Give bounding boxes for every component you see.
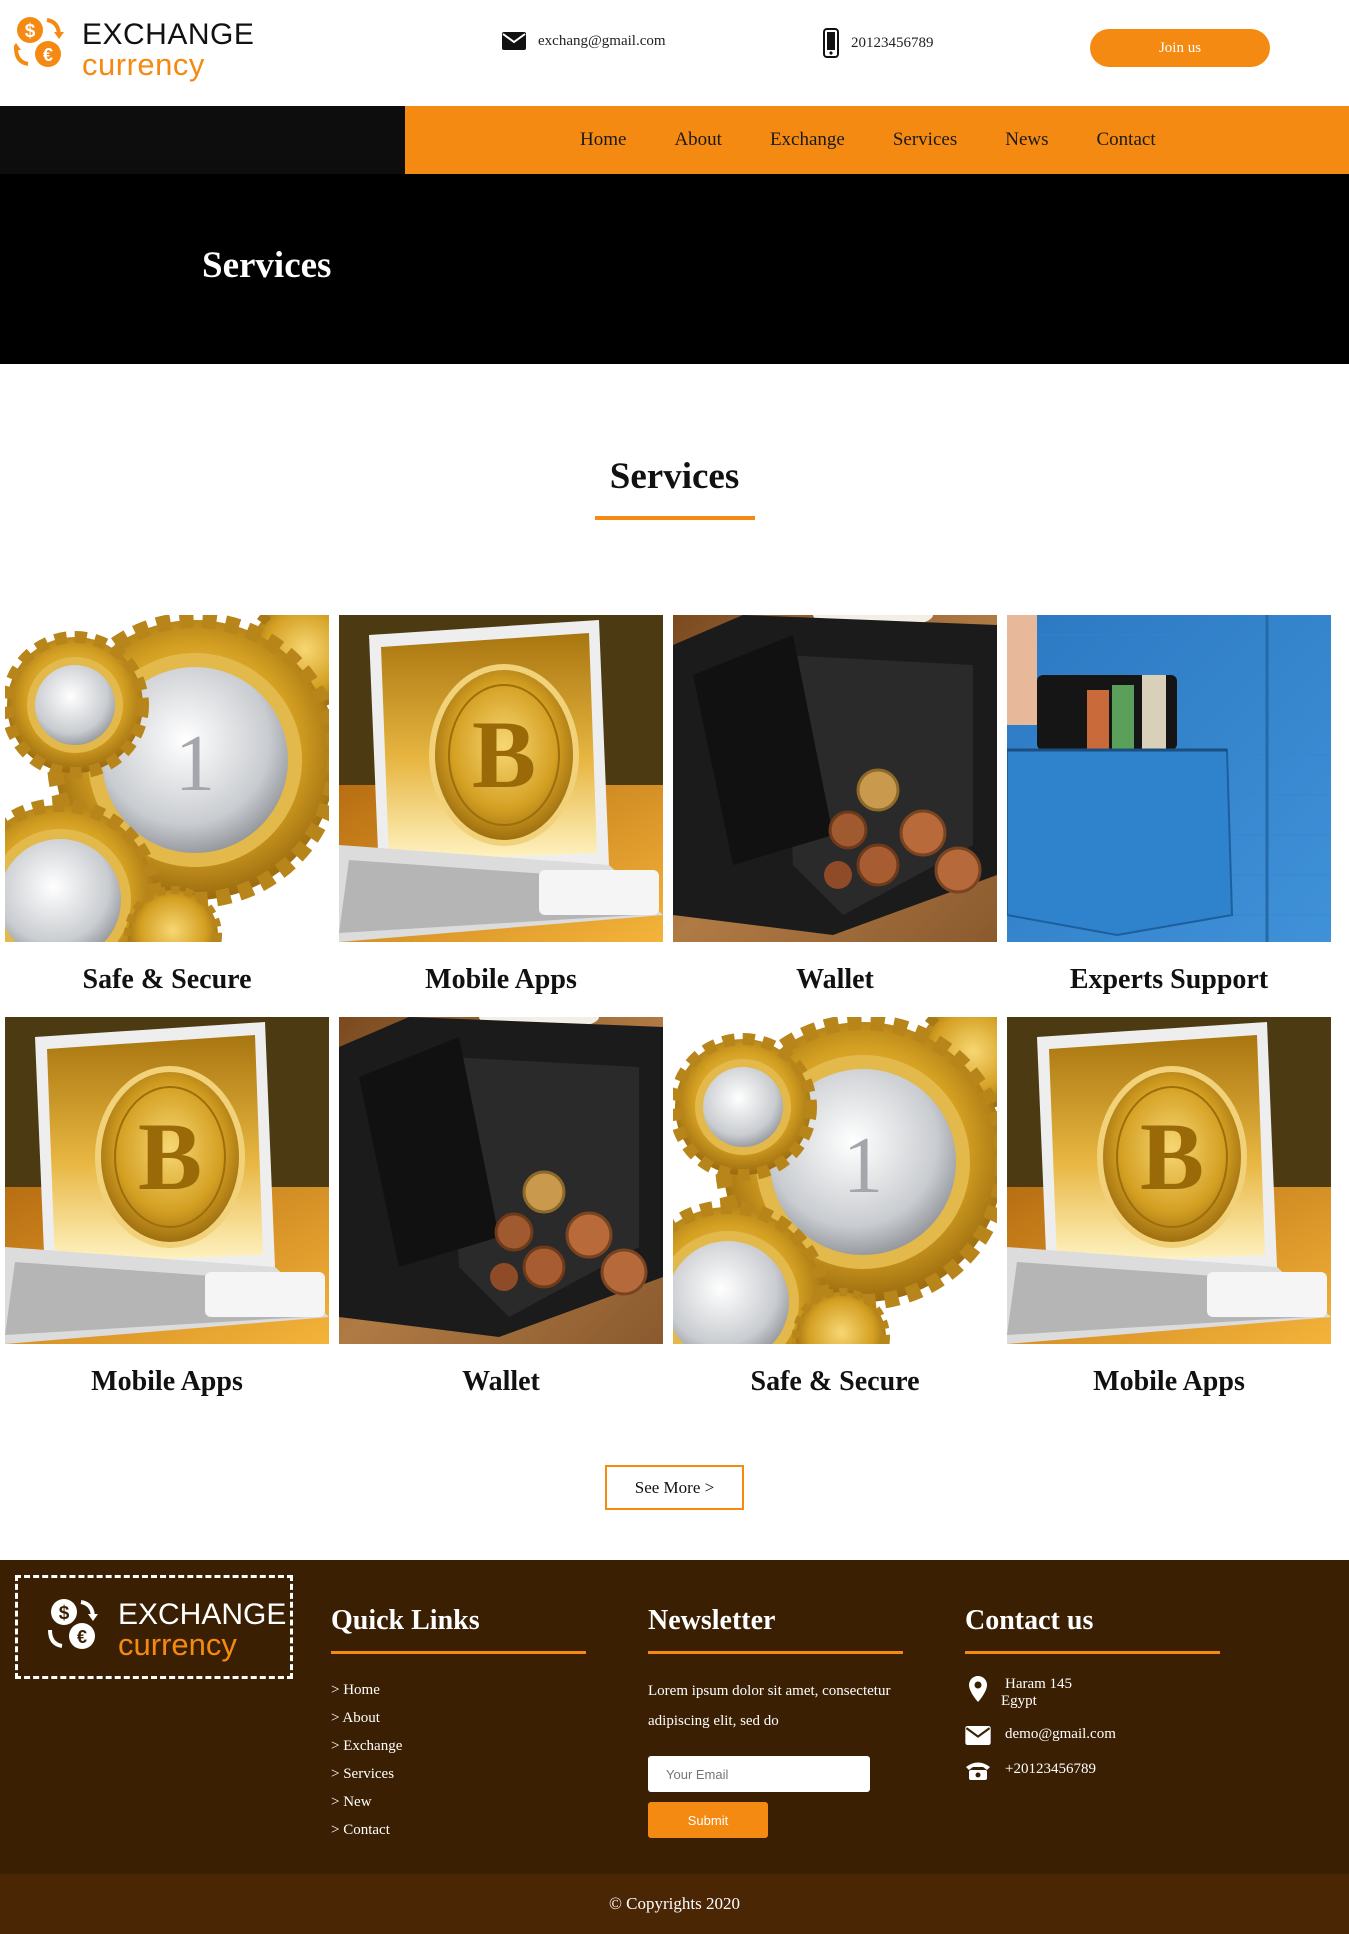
- service-label: Experts Support: [1069, 964, 1269, 995]
- service-card[interactable]: Wallet: [673, 615, 997, 996]
- header-email-text: exchang@gmail.com: [538, 32, 666, 49]
- footer-link-new[interactable]: > New: [331, 1788, 586, 1816]
- service-image: [673, 615, 997, 942]
- contact-address: Haram 145 Egypt: [965, 1676, 1220, 1710]
- footer-brand-line2: currency: [118, 1627, 237, 1662]
- page-banner: Services: [0, 174, 1349, 364]
- quick-links-title: Quick Links: [331, 1605, 586, 1654]
- footer-link-exchange[interactable]: > Exchange: [331, 1732, 586, 1760]
- services-heading: Services: [609, 456, 740, 497]
- footer-brand-line1: EXCHANGE: [118, 1598, 287, 1631]
- newsletter: Newsletter Lorem ipsum dolor sit amet, c…: [648, 1605, 903, 1838]
- site-footer: $ € EXCHANGE currency Quick Links > Home…: [0, 1560, 1349, 1874]
- currency-exchange-icon: $ €: [14, 17, 64, 67]
- service-image: [5, 1017, 329, 1344]
- header-phone-text: 20123456789: [851, 34, 934, 51]
- service-card[interactable]: Wallet: [339, 1017, 663, 1398]
- nav-dark-block: [0, 106, 405, 174]
- join-us-button[interactable]: Join us: [1090, 29, 1270, 67]
- contact-info: Contact us Haram 145 Egypt demo@gmail.co…: [965, 1605, 1220, 1797]
- bitcoin-laptop-image: [339, 615, 663, 942]
- newsletter-submit-button[interactable]: Submit: [648, 1802, 768, 1838]
- nav-about[interactable]: About: [674, 129, 722, 151]
- footer-link-about[interactable]: > About: [331, 1704, 586, 1732]
- copyright-text: © Copyrights 2020: [609, 1894, 740, 1913]
- bitcoin-laptop-image: [1007, 1017, 1331, 1344]
- euro-gears-image: [5, 615, 329, 942]
- newsletter-title: Newsletter: [648, 1605, 903, 1654]
- main-nav: Home About Exchange Services News Contac…: [0, 106, 1349, 174]
- heading-underline: [595, 516, 755, 520]
- service-label: Mobile Apps: [91, 1366, 243, 1397]
- service-label: Safe & Secure: [750, 1366, 920, 1397]
- header-phone[interactable]: 20123456789: [823, 28, 934, 58]
- address-line2: Egypt: [1001, 1693, 1037, 1709]
- envelope-icon: [965, 1726, 991, 1745]
- nav-exchange[interactable]: Exchange: [770, 129, 845, 151]
- telephone-icon: [966, 1762, 990, 1780]
- brand-line1: EXCHANGE: [82, 18, 255, 51]
- newsletter-email-input[interactable]: [648, 1756, 870, 1792]
- footer-brand-name: EXCHANGE currency: [118, 1598, 287, 1662]
- coin-wallet-image: [673, 615, 997, 942]
- contact-email[interactable]: demo@gmail.com: [965, 1726, 1220, 1745]
- service-card[interactable]: Experts Support: [1007, 615, 1331, 996]
- service-label: Wallet: [462, 1366, 540, 1397]
- contact-phone[interactable]: +20123456789: [965, 1761, 1220, 1781]
- nav-services[interactable]: Services: [893, 129, 957, 151]
- pocket-wallet-image: [1007, 615, 1331, 942]
- top-header: $ € EXCHANGE currency exchang@gmail.com …: [0, 0, 1349, 106]
- bitcoin-laptop-image: [5, 1017, 329, 1344]
- service-label: Mobile Apps: [1093, 1366, 1245, 1397]
- service-image: [339, 1017, 663, 1344]
- map-pin-icon: [969, 1676, 987, 1702]
- service-image: [1007, 615, 1331, 942]
- footer-link-services[interactable]: > Services: [331, 1760, 586, 1788]
- contact-title: Contact us: [965, 1605, 1220, 1654]
- nav-home[interactable]: Home: [580, 129, 626, 151]
- contact-email-text: demo@gmail.com: [1005, 1726, 1116, 1742]
- address-line1: Haram 145: [1005, 1676, 1073, 1692]
- svg-text:€: €: [43, 45, 53, 65]
- service-image: [5, 615, 329, 942]
- footer-link-home[interactable]: > Home: [331, 1676, 586, 1704]
- newsletter-text: Lorem ipsum dolor sit amet, consectetur …: [648, 1683, 891, 1729]
- service-label: Mobile Apps: [425, 964, 577, 995]
- service-label: Wallet: [796, 964, 874, 995]
- envelope-icon: [502, 32, 526, 50]
- copyright-bar: © Copyrights 2020: [0, 1874, 1349, 1934]
- footer-link-contact[interactable]: > Contact: [331, 1816, 586, 1844]
- euro-gears-image: [673, 1017, 997, 1344]
- footer-logo[interactable]: $ € EXCHANGE currency: [15, 1575, 293, 1679]
- service-card[interactable]: Safe & Secure: [673, 1017, 997, 1398]
- service-card[interactable]: Mobile Apps: [1007, 1017, 1331, 1398]
- page-title: Services: [202, 245, 332, 286]
- nav-contact[interactable]: Contact: [1097, 129, 1156, 151]
- currency-exchange-icon: $ €: [48, 1599, 98, 1649]
- svg-text:$: $: [25, 21, 36, 42]
- service-image: [673, 1017, 997, 1344]
- brand-logo[interactable]: $ € EXCHANGE currency: [14, 14, 254, 84]
- svg-text:$: $: [59, 1603, 70, 1624]
- service-image: [339, 615, 663, 942]
- service-image: [1007, 1017, 1331, 1344]
- brand-name: EXCHANGE currency: [82, 18, 255, 82]
- brand-line2: currency: [82, 47, 205, 82]
- nav-news[interactable]: News: [1005, 129, 1048, 151]
- service-card[interactable]: Mobile Apps: [339, 615, 663, 996]
- quick-links: Quick Links > Home > About > Exchange > …: [331, 1605, 586, 1844]
- svg-text:€: €: [77, 1627, 87, 1647]
- see-more-button[interactable]: See More >: [605, 1465, 744, 1510]
- header-email[interactable]: exchang@gmail.com: [502, 32, 666, 50]
- service-card[interactable]: Safe & Secure: [5, 615, 329, 996]
- service-label: Safe & Secure: [82, 964, 252, 995]
- nav-links: Home About Exchange Services News Contac…: [580, 106, 1204, 174]
- mobile-phone-icon: [823, 28, 839, 58]
- coin-wallet-image: [339, 1017, 663, 1344]
- service-card[interactable]: Mobile Apps: [5, 1017, 329, 1398]
- contact-phone-text: +20123456789: [1005, 1761, 1096, 1777]
